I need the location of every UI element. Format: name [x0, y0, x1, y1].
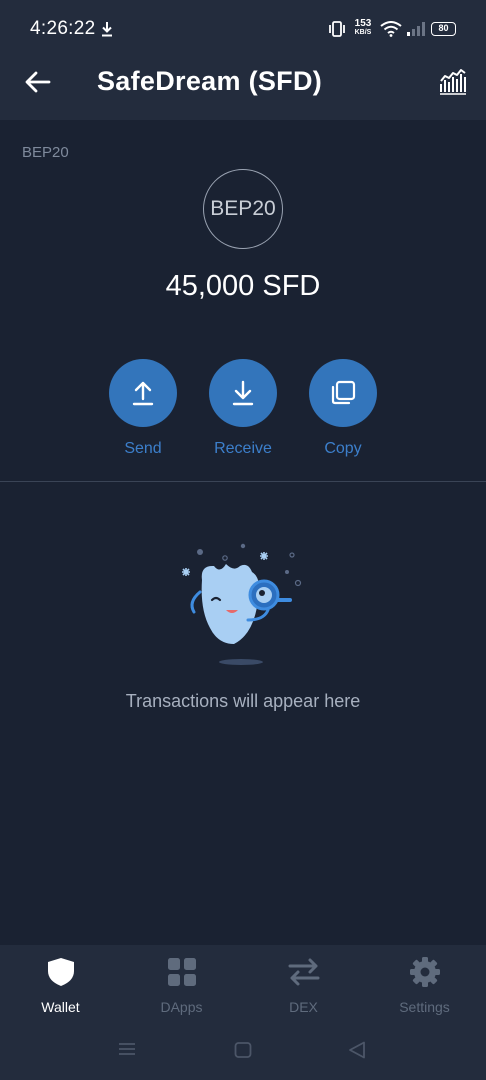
token-balance: 45,000 SFD [165, 270, 321, 302]
copy-button[interactable]: Copy [293, 359, 393, 458]
send-button[interactable]: Send [93, 359, 193, 458]
top-app-bar: 4:26:22 153 KB/S 80 SafeDream (SFD) [0, 0, 486, 120]
network-speed-unit: KB/S [354, 29, 372, 36]
vibrate-icon [329, 21, 345, 37]
token-logo: BEP20 [203, 169, 283, 249]
back-button[interactable] [22, 66, 54, 98]
signal-icon [407, 22, 425, 36]
battery-level: 80 [438, 23, 449, 33]
arrow-up-icon [132, 381, 154, 406]
battery-icon: 80 [431, 22, 456, 36]
shield-icon [47, 958, 74, 986]
send-circle[interactable] [109, 359, 177, 427]
network-speed: 153 KB/S [352, 19, 374, 37]
gear-icon [409, 957, 440, 987]
wifi-icon [380, 21, 402, 37]
mascot-magnifier-illustration [182, 543, 302, 665]
token-logo-text: BEP20 [210, 197, 276, 220]
page-title: SafeDream (SFD) [97, 66, 323, 96]
receive-label: Receive [214, 440, 272, 457]
grid-icon [167, 958, 196, 986]
home-button[interactable] [234, 1042, 252, 1058]
nav-label-wallet: Wallet [41, 999, 80, 1015]
send-label: Send [124, 440, 162, 457]
nav-label-dapps: DApps [160, 999, 203, 1015]
nav-item-dex[interactable]: DEX [243, 953, 364, 1015]
section-divider [0, 481, 486, 482]
network-label: BEP20 [22, 144, 69, 161]
nav-item-wallet[interactable]: Wallet [0, 953, 121, 1015]
copy-circle[interactable] [309, 359, 377, 427]
status-bar: 4:26:22 153 KB/S 80 [0, 0, 486, 58]
nav-item-settings[interactable]: Settings [364, 953, 485, 1015]
nav-label-dex: DEX [289, 999, 318, 1015]
empty-state-message: Transactions will appear here [125, 691, 361, 711]
bottom-nav: Wallet DApps DEX Settings [0, 945, 486, 1080]
nav-label-settings: Settings [399, 999, 450, 1015]
copy-icon [331, 380, 356, 405]
arrow-down-icon [232, 380, 254, 406]
copy-label: Copy [324, 440, 362, 457]
bar-chart-icon[interactable] [438, 68, 468, 96]
download-icon [102, 22, 112, 37]
status-time: 4:26:22 [30, 18, 96, 39]
swap-icon [288, 958, 319, 986]
receive-circle[interactable] [209, 359, 277, 427]
receive-button[interactable]: Receive [193, 359, 293, 458]
recent-apps-button[interactable] [118, 1042, 136, 1056]
system-back-button[interactable] [348, 1041, 366, 1059]
nav-item-dapps[interactable]: DApps [121, 953, 242, 1015]
